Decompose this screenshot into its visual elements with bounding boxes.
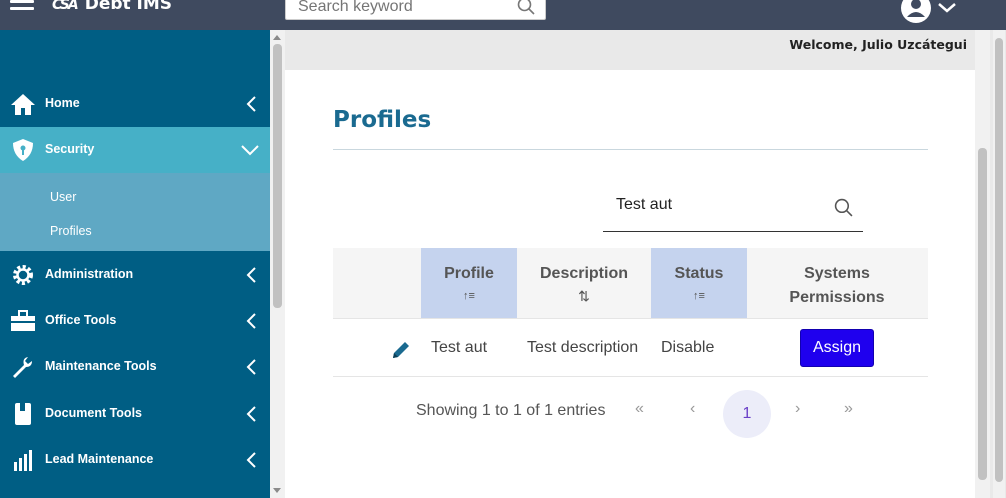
column-header-systems-permissions: Systems Permissions <box>789 265 885 306</box>
sort-icon[interactable]: ⇅ <box>517 288 651 305</box>
pencil-icon[interactable] <box>391 340 411 360</box>
logo-mark: CSA <box>52 0 79 13</box>
chevron-left-icon <box>246 452 256 468</box>
scrollbar-thumb[interactable] <box>995 38 1003 482</box>
scroll-down-arrow[interactable] <box>273 488 281 493</box>
scrollbar-thumb[interactable] <box>273 44 282 308</box>
sidebar-item-maintenance-tools[interactable]: Maintenance Tools <box>0 344 270 390</box>
profile-search-input[interactable] <box>616 196 816 214</box>
next-page-button[interactable]: › <box>795 400 800 418</box>
security-submenu: User Profiles <box>0 173 270 251</box>
global-search <box>285 0 546 20</box>
toolbox-icon <box>11 310 35 331</box>
top-navbar: CSA Debt IMS <box>0 0 1006 30</box>
wrench-icon <box>13 357 32 378</box>
sidebar-item-label: Security <box>45 142 95 156</box>
hamburger-menu-icon[interactable] <box>10 0 34 16</box>
sidebar-item-administration[interactable]: Administration <box>0 252 270 298</box>
home-icon <box>11 94 35 115</box>
sort-ascending-icon[interactable]: ↑≡ <box>651 290 747 302</box>
table-row: Test aut Test description Disable Assign <box>333 318 928 377</box>
global-search-input[interactable] <box>298 0 508 18</box>
current-page-button[interactable]: 1 <box>723 390 771 438</box>
scrollbar-thumb[interactable] <box>978 148 987 480</box>
chevron-down-icon[interactable] <box>936 0 958 16</box>
search-icon[interactable] <box>834 198 853 217</box>
book-icon <box>15 403 31 425</box>
search-icon[interactable] <box>517 0 535 15</box>
sidebar-item-security[interactable]: Security <box>0 127 270 173</box>
sidebar-item-label: Home <box>45 96 80 110</box>
chevron-left-icon <box>246 359 256 375</box>
cell-status: Disable <box>661 339 715 356</box>
shield-icon <box>13 139 33 161</box>
pagination: Showing 1 to 1 of 1 entries « ‹ 1 › » <box>333 390 928 440</box>
chart-icon <box>14 450 32 471</box>
first-page-button[interactable]: « <box>635 400 644 418</box>
profile-filter <box>603 188 863 232</box>
chevron-left-icon <box>246 406 256 422</box>
last-page-button[interactable]: » <box>844 400 853 418</box>
sidebar-subitem-profiles[interactable]: Profiles <box>50 224 92 238</box>
column-header-status[interactable]: Status ↑≡ <box>651 248 747 318</box>
sidebar-item-label: Lead Maintenance <box>45 452 154 466</box>
title-divider <box>333 149 928 150</box>
table-header: Profile ↑≡ Description ⇅ Status ↑≡ Syste… <box>333 248 928 318</box>
app-logo[interactable]: CSA Debt IMS <box>52 0 172 14</box>
main-content: Profiles Profile ↑≡ Description ⇅ Status… <box>285 70 975 498</box>
sort-ascending-icon[interactable]: ↑≡ <box>421 290 517 302</box>
chevron-left-icon <box>246 267 256 283</box>
sidebar-item-label: Maintenance Tools <box>45 359 157 373</box>
sidebar-subitem-user[interactable]: User <box>50 190 76 204</box>
chevron-down-icon <box>241 145 259 156</box>
app-title: Debt IMS <box>84 0 173 14</box>
chevron-left-icon <box>246 313 256 329</box>
previous-page-button[interactable]: ‹ <box>690 400 695 418</box>
column-header-profile[interactable]: Profile ↑≡ <box>421 248 517 318</box>
column-header-description[interactable]: Description ⇅ <box>517 248 651 318</box>
cell-description: Test description <box>527 339 639 356</box>
page-scrollbar[interactable] <box>993 30 1005 498</box>
assign-button[interactable]: Assign <box>800 329 874 367</box>
chevron-left-icon <box>246 96 256 112</box>
sidebar-scrollbar[interactable] <box>270 30 285 498</box>
sidebar-item-document-tools[interactable]: Document Tools <box>0 391 270 437</box>
gear-icon <box>13 265 33 285</box>
user-avatar-icon[interactable] <box>900 0 932 24</box>
sidebar-item-label: Administration <box>45 267 134 281</box>
scroll-up-arrow[interactable] <box>273 35 281 40</box>
welcome-text: Welcome, Julio Uzcátegui <box>789 37 967 52</box>
sidebar-item-office-tools[interactable]: Office Tools <box>0 298 270 344</box>
sidebar-item-home[interactable]: Home <box>0 81 270 127</box>
sidebar: Home Security User Profiles Administrati… <box>0 30 270 498</box>
welcome-bar: Welcome, Julio Uzcátegui <box>285 30 975 70</box>
content-scrollbar[interactable] <box>975 30 990 498</box>
cell-profile: Test aut <box>431 339 488 356</box>
sidebar-item-lead-maintenance[interactable]: Lead Maintenance <box>0 437 270 483</box>
sidebar-item-label: Document Tools <box>45 406 142 420</box>
page-title: Profiles <box>333 107 432 133</box>
sidebar-item-label: Office Tools <box>45 313 117 327</box>
entries-summary: Showing 1 to 1 of 1 entries <box>416 402 606 419</box>
